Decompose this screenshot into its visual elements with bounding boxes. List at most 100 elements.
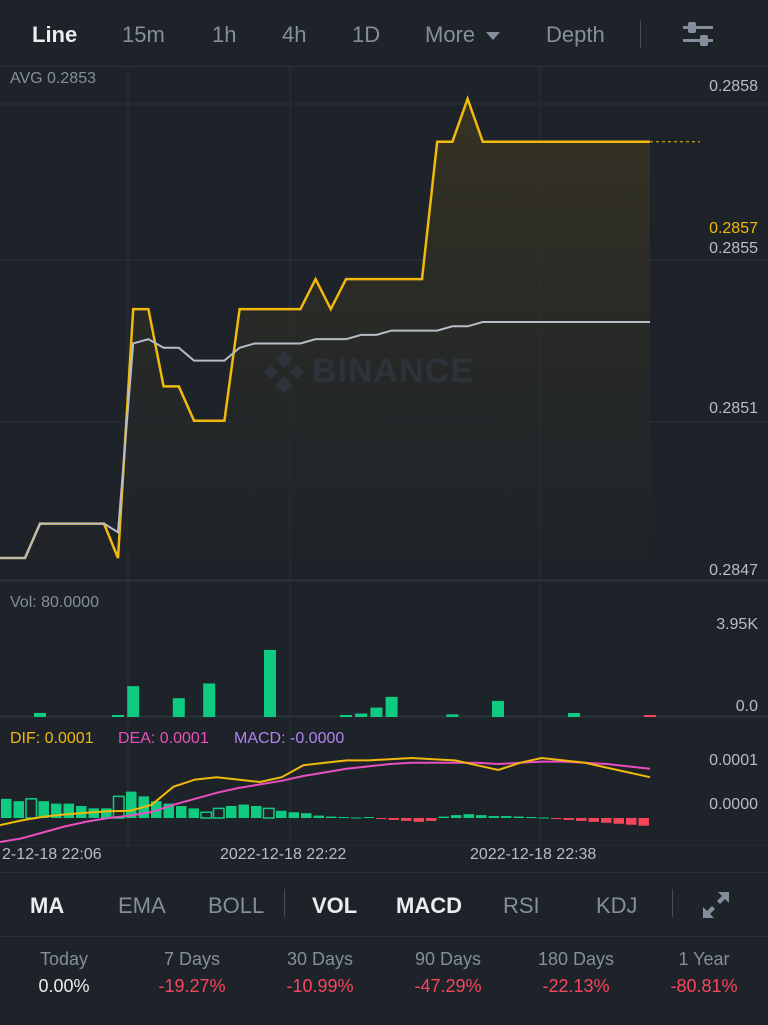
dea-label: DEA: 0.0001 (118, 730, 209, 747)
macd-histogram-bar (501, 816, 512, 818)
indicator-macd[interactable]: MACD (396, 893, 462, 919)
macd-histogram-bar (626, 818, 637, 825)
macd-histogram-bar (588, 818, 599, 822)
chart-svg (0, 66, 768, 846)
stat-30-days: 30 Days -10.99% (256, 949, 384, 997)
macd-histogram-bar (301, 813, 312, 818)
macd-histogram-bar (13, 801, 24, 818)
tab-more-label: More (425, 22, 476, 47)
volume-bar (355, 713, 368, 717)
macd-histogram-bar (513, 816, 524, 818)
stat-value: 0.00% (38, 976, 90, 996)
macd-label: MACD: -0.0000 (234, 730, 345, 747)
macd-histogram-bar (551, 818, 562, 819)
macd-histogram-bar (326, 816, 337, 818)
y-tick-label: 0.2847 (709, 562, 758, 579)
indicator-bar: MA EMA BOLL VOL MACD RSI KDJ (0, 872, 768, 935)
indicator-ema[interactable]: EMA (118, 893, 166, 919)
indicator-boll[interactable]: BOLL (208, 893, 264, 919)
indicator-divider (284, 889, 285, 917)
y-tick-label: 0.2851 (709, 400, 758, 417)
macd-histogram-bar (176, 806, 187, 818)
tab-1d[interactable]: 1D (352, 22, 380, 48)
volume-bar (385, 696, 398, 717)
stat-90-days: 90 Days -47.29% (384, 949, 512, 997)
indicator-ma[interactable]: MA (30, 893, 64, 919)
tab-line[interactable]: Line (32, 22, 77, 48)
stat-1-year: 1 Year -80.81% (640, 949, 768, 997)
volume-bar (568, 712, 580, 717)
stat-label: Today (39, 949, 89, 969)
stat-value: -19.27% (158, 976, 226, 996)
tab-depth[interactable]: Depth (546, 22, 605, 48)
volume-bar (264, 649, 276, 717)
indicator-kdj[interactable]: KDJ (596, 893, 638, 919)
stat-180-days: 180 Days -22.13% (512, 949, 640, 997)
macd-histogram-bar (526, 817, 537, 819)
macd-histogram-bar (476, 815, 487, 818)
y-tick-label: 0.2858 (709, 78, 758, 95)
macd-histogram-bar (601, 818, 612, 823)
stat-label: 90 Days (414, 949, 482, 969)
dea-line (0, 760, 651, 843)
stat-7-days: 7 Days -19.27% (128, 949, 256, 997)
volume-bar (492, 700, 504, 717)
tab-15m[interactable]: 15m (122, 22, 165, 48)
tab-4h[interactable]: 4h (282, 22, 306, 48)
volume-bar (172, 698, 185, 717)
macd-histogram-bar (463, 814, 474, 818)
fullscreen-icon[interactable] (700, 889, 732, 921)
macd-histogram-bar (451, 815, 462, 818)
tab-divider (640, 20, 641, 48)
macd-histogram-bar (576, 818, 587, 821)
volume-bar (203, 683, 216, 717)
macd-histogram-bar (351, 817, 362, 819)
volume-bar (644, 715, 656, 717)
macd-histogram-bar (238, 804, 249, 818)
macd-y-tick: 0.0001 (709, 752, 758, 769)
macd-histogram-bar (276, 810, 287, 818)
macd-histogram-bar (112, 795, 125, 819)
volume-bar (127, 686, 140, 717)
volume-bar (112, 715, 124, 717)
current-price-label: 0.2857 (709, 220, 758, 238)
volume-bar (370, 707, 383, 717)
macd-histogram-bar (613, 818, 624, 824)
x-axis-label: 2022-12-18 22:38 (470, 846, 597, 863)
binance-logo-icon (263, 350, 305, 394)
volume-y-tick: 0.0 (735, 698, 758, 715)
tab-more[interactable]: More (425, 22, 501, 48)
stat-label: 30 Days (286, 949, 354, 969)
chart-area[interactable]: BINANCE AVG 0.2853 0.2858 0.2857 0.2855 … (0, 66, 768, 846)
chart-settings-icon[interactable] (680, 18, 716, 50)
volume-bar (446, 714, 459, 717)
performance-stats: Today 0.00% 7 Days -19.27% 30 Days -10.9… (0, 936, 768, 1025)
indicator-vol[interactable]: VOL (312, 893, 357, 919)
stat-today: Today 0.00% (0, 949, 128, 997)
watermark-text: BINANCE (312, 351, 474, 390)
y-tick-label: 0.2855 (709, 240, 758, 257)
macd-histogram-bar (226, 806, 237, 818)
indicator-divider (672, 889, 673, 917)
stat-label: 7 Days (163, 949, 221, 969)
volume-y-tick: 3.95K (716, 616, 758, 633)
macd-histogram-bar (338, 817, 349, 819)
macd-histogram-bar (63, 803, 74, 818)
stat-value: -80.81% (670, 976, 738, 996)
x-axis-label: 2022-12-18 22:22 (220, 846, 347, 863)
avg-label: AVG 0.2853 (10, 70, 96, 87)
macd-histogram-bar (25, 798, 38, 819)
x-axis-label: 2-12-18 22:06 (2, 846, 102, 863)
macd-histogram-bar (426, 818, 437, 821)
volume-label: Vol: 80.0000 (10, 594, 99, 611)
macd-histogram-bar (262, 807, 275, 819)
indicator-rsi[interactable]: RSI (503, 893, 540, 919)
macd-histogram-bar (638, 818, 649, 826)
macd-histogram-bar (101, 808, 112, 818)
binance-watermark: BINANCE (262, 350, 474, 395)
macd-histogram-bar (413, 818, 424, 822)
macd-histogram-bar (313, 815, 324, 818)
macd-y-tick: 0.0000 (709, 796, 758, 813)
tab-1h[interactable]: 1h (212, 22, 236, 48)
macd-histogram-bar (363, 817, 374, 819)
